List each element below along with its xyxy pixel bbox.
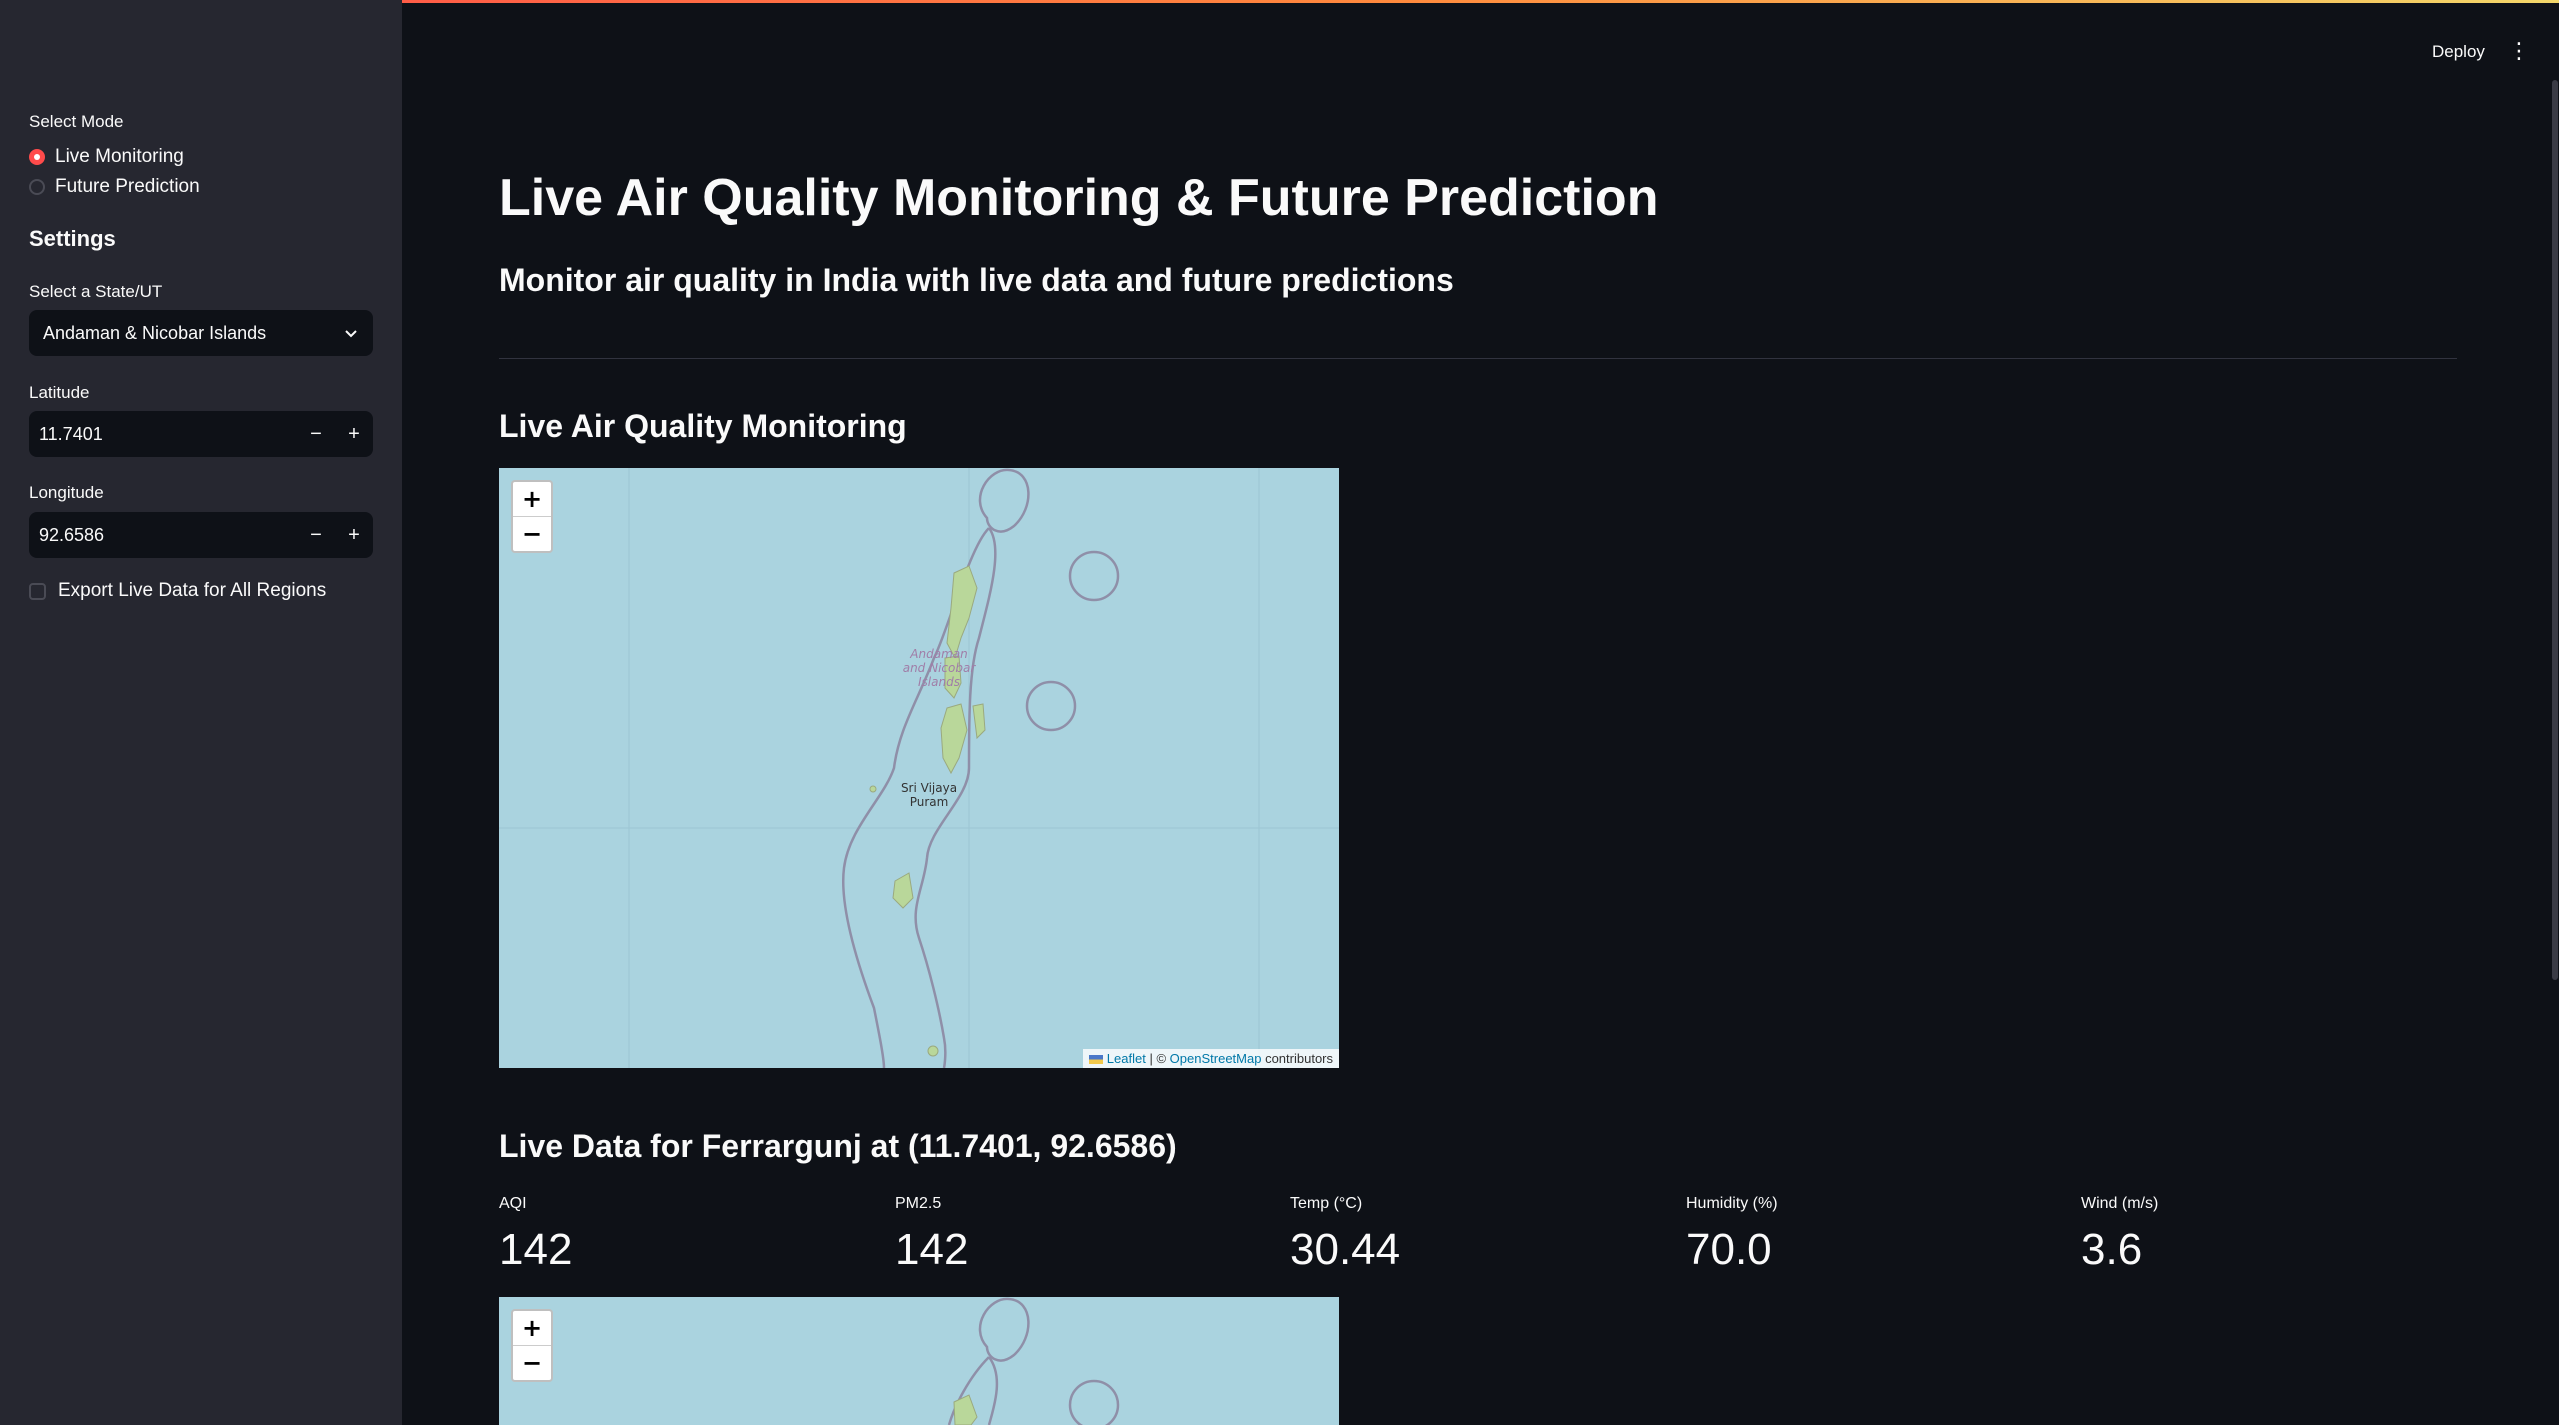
map-live-data[interactable]: + − [499, 1297, 1339, 1425]
maritime-boundary [842, 468, 1120, 1068]
page-subtitle: Monitor air quality in India with live d… [499, 262, 1454, 298]
longitude-input[interactable]: 92.6586 − + [29, 512, 373, 558]
latitude-label: Latitude [29, 383, 90, 402]
settings-heading: Settings [29, 226, 116, 251]
map-zoom-in-button[interactable]: + [513, 1311, 551, 1345]
live-monitoring-heading: Live Air Quality Monitoring [499, 408, 907, 444]
radio-live-monitoring[interactable]: Live Monitoring [29, 142, 184, 172]
latitude-decrement-button[interactable]: − [297, 411, 335, 457]
scrollbar[interactable] [2552, 80, 2558, 980]
metric-value: 142 [499, 1225, 573, 1274]
export-label: Export Live Data for All Regions [58, 580, 327, 601]
metric-value: 30.44 [1290, 1225, 1401, 1274]
metric-pm25: PM2.5 142 [895, 1195, 968, 1275]
map-attribution: Leaflet | © OpenStreetMap contributors [1083, 1049, 1339, 1068]
metric-aqi: AQI 142 [499, 1195, 572, 1275]
kebab-menu-icon[interactable]: ⋮ [2508, 40, 2530, 62]
map-city-label-line-2: Puram [910, 795, 949, 809]
state-select[interactable]: Andaman & Nicobar Islands [29, 310, 373, 356]
map-city-label-line-1: Sri Vijaya [901, 781, 957, 795]
metric-label: PM2.5 [895, 1195, 942, 1212]
map-place-label-line-3: Islands [918, 675, 960, 689]
metric-humidity: Humidity (%) 70.0 [1686, 1195, 1778, 1275]
chevron-down-icon [345, 330, 357, 338]
metric-label: Wind (m/s) [2081, 1195, 2159, 1212]
latitude-increment-button[interactable]: + [335, 411, 373, 457]
metric-label: AQI [499, 1195, 527, 1212]
metric-label: Humidity (%) [1686, 1195, 1778, 1212]
map-place-label-line-2: and Nicobar [903, 661, 977, 675]
latitude-value[interactable]: 11.7401 [29, 424, 297, 445]
sidebar: Select Mode Live Monitoring Future Predi… [0, 0, 402, 1425]
radio-unselected-icon [29, 179, 45, 195]
map-zoom-out-button[interactable]: − [513, 1345, 551, 1380]
radio-future-prediction[interactable]: Future Prediction [29, 172, 200, 202]
osm-link[interactable]: OpenStreetMap [1170, 1051, 1262, 1066]
map-zoom-control-2: + − [511, 1309, 553, 1382]
export-checkbox-row[interactable]: Export Live Data for All Regions [29, 580, 326, 602]
export-checkbox[interactable] [29, 582, 46, 600]
radio-label: Future Prediction [55, 176, 200, 197]
map-zoom-control: + − [511, 480, 553, 553]
metric-value: 3.6 [2081, 1225, 2143, 1274]
attribution-suffix: contributors [1265, 1051, 1333, 1066]
metric-value: 142 [895, 1225, 969, 1274]
map-live-monitoring[interactable]: Andaman and Nicobar Islands Sri Vijaya P… [499, 468, 1339, 1068]
page-title: Live Air Quality Monitoring & Future Pre… [499, 169, 1659, 227]
state-label: Select a State/UT [29, 282, 163, 301]
metric-wind: Wind (m/s) 3.6 [2081, 1195, 2158, 1275]
leaflet-flag-icon [1089, 1055, 1104, 1065]
mode-label: Select Mode [29, 112, 124, 131]
islands [869, 565, 986, 1057]
deploy-button[interactable]: Deploy [2432, 42, 2485, 62]
islands-2 [953, 1394, 978, 1425]
maritime-boundary-2 [947, 1297, 1120, 1425]
map-zoom-out-button[interactable]: − [513, 516, 551, 551]
sidebar-topbar-cover [0, 3, 402, 12]
longitude-value[interactable]: 92.6586 [29, 525, 297, 546]
radio-selected-icon [29, 149, 45, 165]
map-tiles-2 [947, 1297, 1120, 1425]
map-city-label: Sri Vijaya Puram [901, 781, 957, 809]
metric-temperature: Temp (°C) 30.44 [1290, 1195, 1400, 1275]
radio-label: Live Monitoring [55, 146, 184, 167]
map-tiles: Andaman and Nicobar Islands Sri Vijaya P… [499, 468, 1339, 1068]
leaflet-link[interactable]: Leaflet [1107, 1051, 1146, 1066]
live-data-heading: Live Data for Ferrargunj at (11.7401, 92… [499, 1128, 1177, 1164]
map-place-label-line-1: Andaman [909, 647, 967, 661]
state-select-value: Andaman & Nicobar Islands [43, 322, 267, 343]
map-place-label: Andaman and Nicobar Islands [903, 647, 977, 689]
map-zoom-in-button[interactable]: + [513, 482, 551, 516]
longitude-label: Longitude [29, 483, 104, 502]
map-graticule [499, 468, 1339, 1068]
longitude-decrement-button[interactable]: − [297, 512, 335, 558]
latitude-input[interactable]: 11.7401 − + [29, 411, 373, 457]
metric-label: Temp (°C) [1290, 1195, 1363, 1212]
divider [499, 358, 2457, 359]
metric-value: 70.0 [1686, 1225, 1772, 1274]
longitude-increment-button[interactable]: + [335, 512, 373, 558]
attribution-separator: | © [1149, 1051, 1167, 1066]
